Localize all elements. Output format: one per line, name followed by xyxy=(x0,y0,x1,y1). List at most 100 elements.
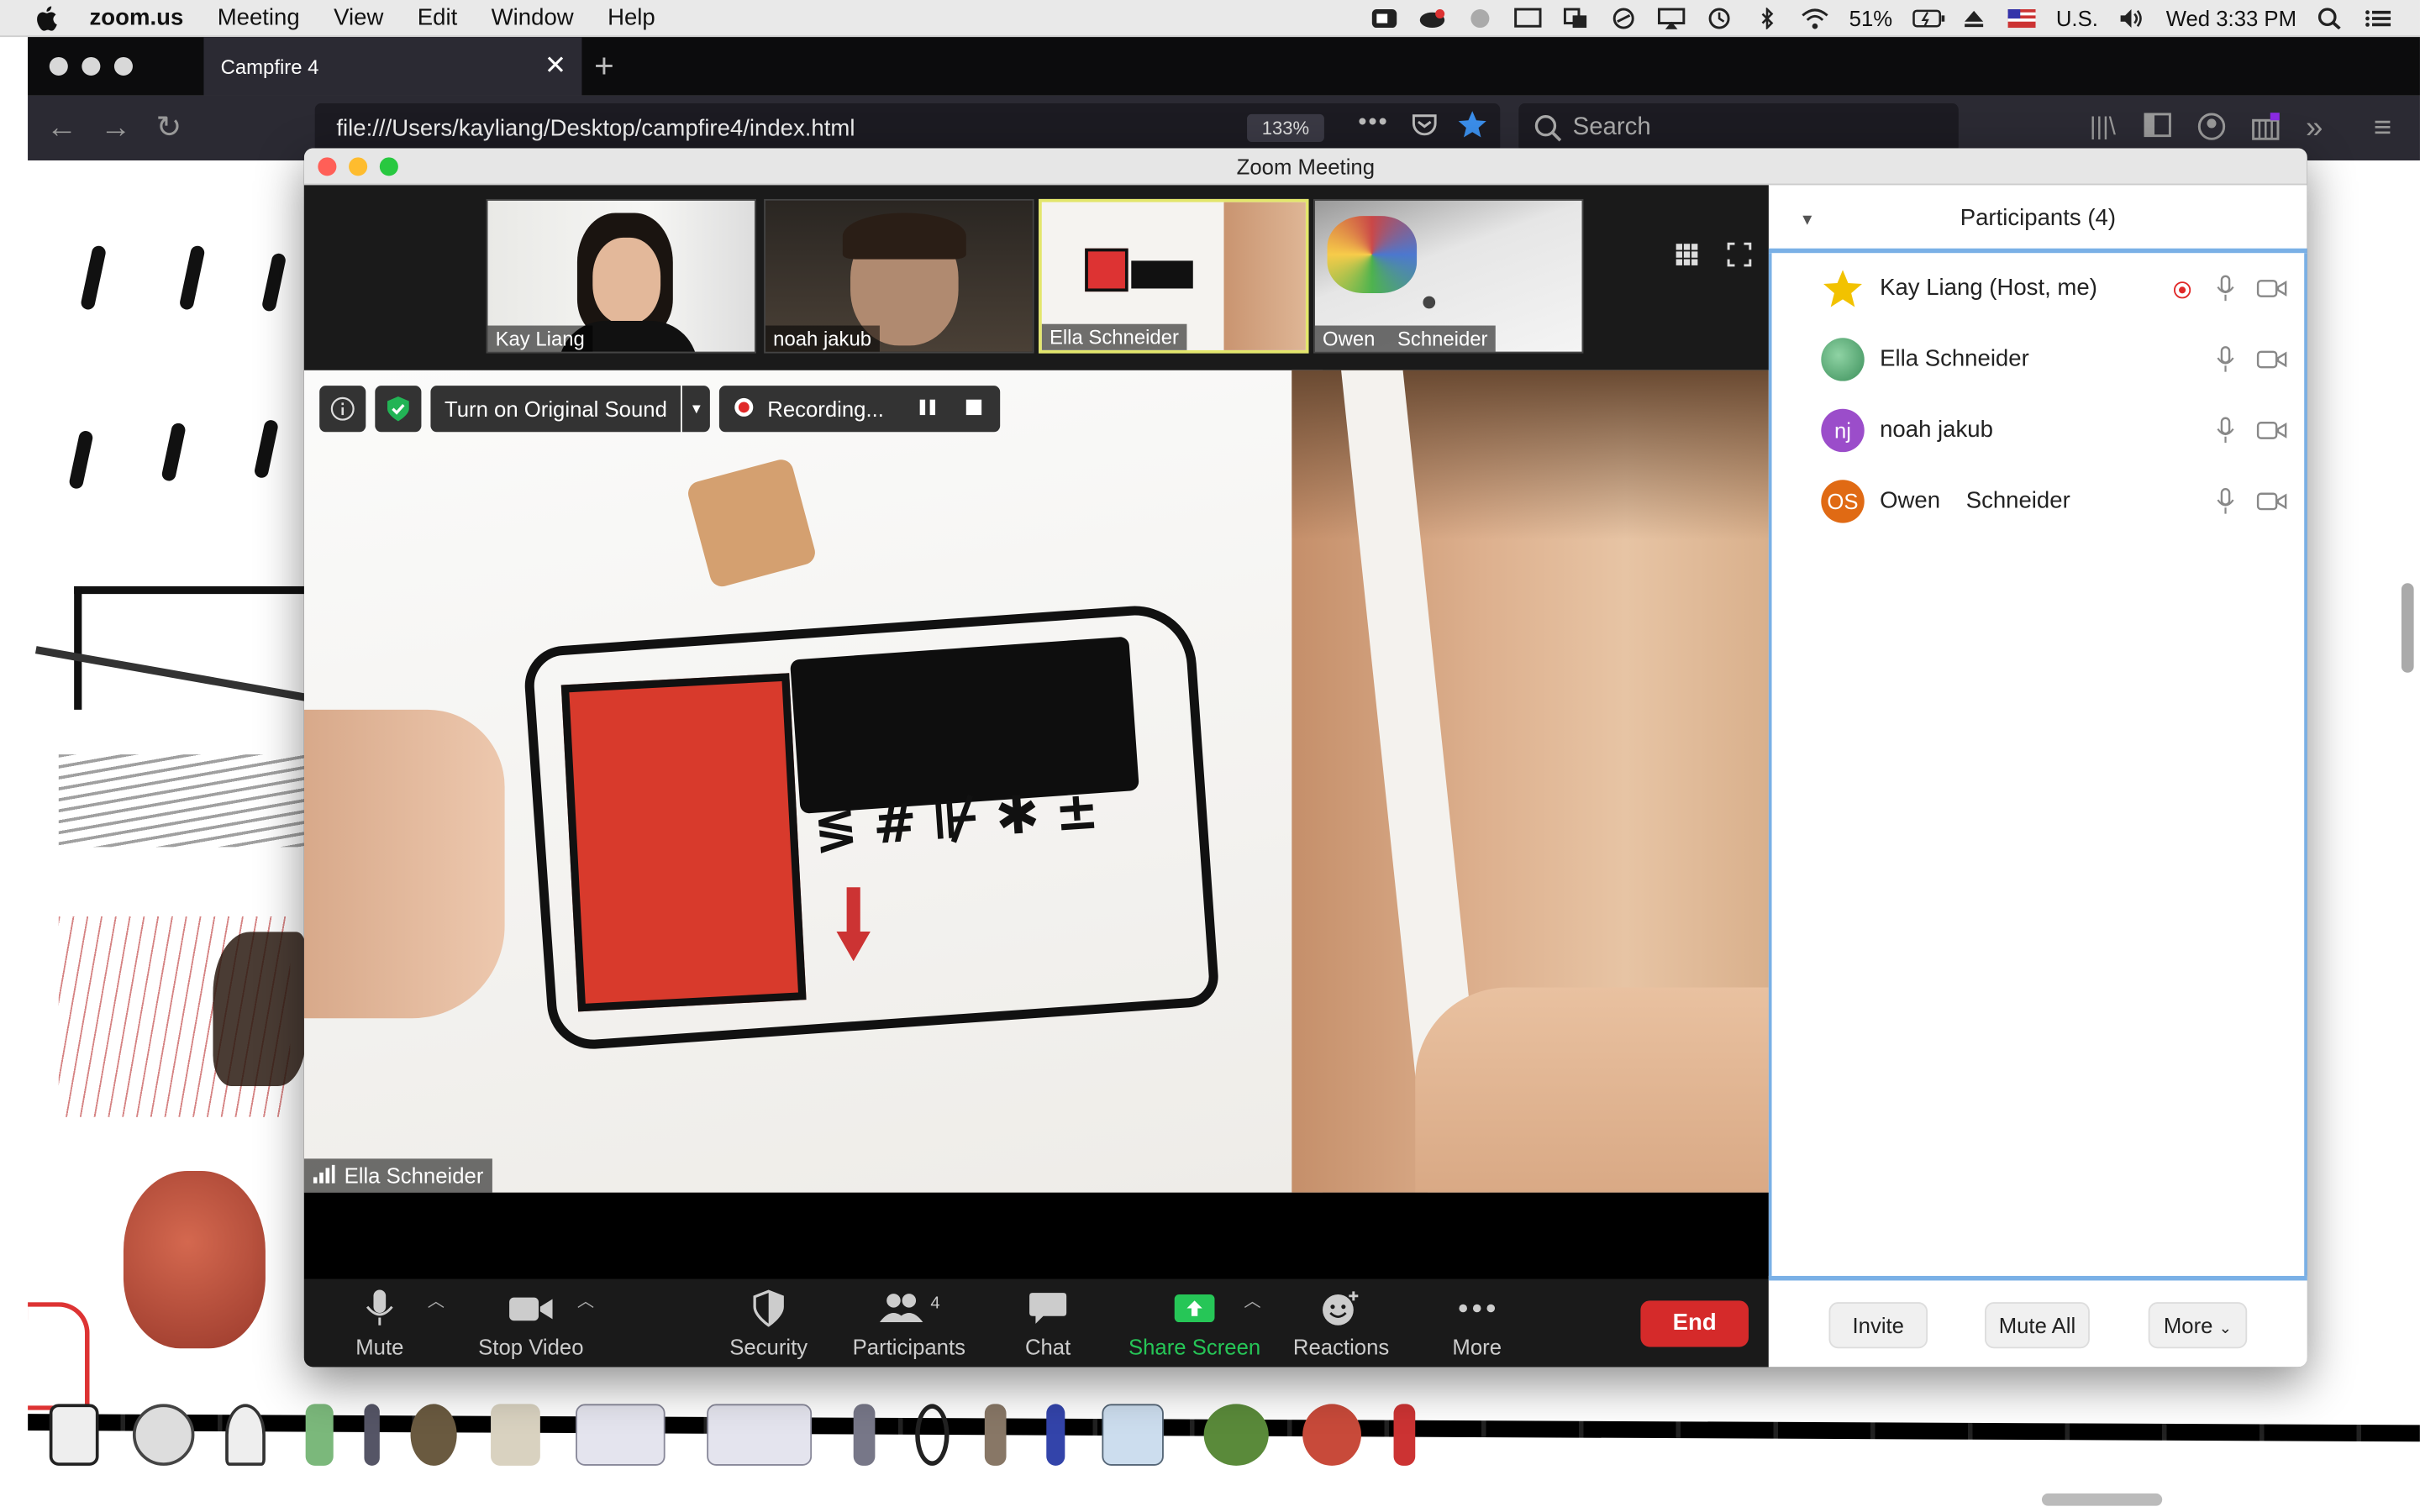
thumbnail-kay-liang[interactable]: Kay Liang xyxy=(486,198,756,354)
video-camera-icon[interactable] xyxy=(2256,278,2287,300)
turtle-sticker[interactable] xyxy=(1203,1404,1269,1466)
copy-icon[interactable] xyxy=(1562,8,1590,29)
vertical-scrollbar[interactable] xyxy=(2401,583,2414,673)
microphone-icon[interactable] xyxy=(2217,275,2235,302)
browser-search-field[interactable]: Search xyxy=(1518,103,1959,153)
forward-icon[interactable]: → xyxy=(100,113,131,144)
wifi-icon[interactable] xyxy=(1802,8,1829,29)
zoom-status-icon[interactable] xyxy=(1370,8,1398,29)
apple-menu-icon[interactable] xyxy=(34,5,58,30)
more-controls-button[interactable]: More xyxy=(1407,1289,1546,1359)
drawing-sticker[interactable] xyxy=(707,1404,813,1466)
zoom-level-badge[interactable]: 133% xyxy=(1247,113,1324,142)
menu-view[interactable]: View xyxy=(334,5,383,31)
participant-row[interactable]: OS Owen Schneider xyxy=(1772,466,2305,537)
zoom-window-button[interactable] xyxy=(113,56,133,76)
menu-meeting[interactable]: Meeting xyxy=(218,5,300,31)
fullscreen-icon[interactable] xyxy=(1727,242,1754,270)
zoom-minimize-button[interactable] xyxy=(349,157,368,176)
end-meeting-button[interactable]: End xyxy=(1640,1300,1749,1347)
participant-row[interactable]: nj noah jakub xyxy=(1772,395,2305,465)
brush-sticker[interactable] xyxy=(364,1404,380,1466)
share-options-chevron-icon[interactable]: ︿ xyxy=(1244,1289,1260,1313)
can-sticker[interactable] xyxy=(1393,1404,1416,1466)
meeting-info-icon[interactable] xyxy=(319,386,366,433)
close-tab-icon[interactable]: ✕ xyxy=(544,51,566,82)
ball-icon[interactable] xyxy=(1466,8,1494,29)
video-options-chevron-icon[interactable]: ︿ xyxy=(577,1289,594,1313)
participant-row[interactable]: Ella Schneider xyxy=(1772,324,2305,395)
reload-icon[interactable]: ↻ xyxy=(156,113,182,144)
us-flag-icon[interactable] xyxy=(2007,8,2036,29)
spotlight-search-icon[interactable] xyxy=(2317,8,2344,30)
hammer-sticker[interactable] xyxy=(984,1404,1007,1466)
microphone-icon[interactable] xyxy=(2217,487,2235,515)
menu-edit[interactable]: Edit xyxy=(418,5,457,31)
mute-all-button[interactable]: Mute All xyxy=(1984,1302,2090,1349)
video-camera-icon[interactable] xyxy=(2256,491,2287,512)
airplay-icon[interactable] xyxy=(1658,8,1686,29)
pause-recording-icon[interactable] xyxy=(918,396,936,421)
participants-button[interactable]: 4 Participants xyxy=(839,1289,978,1359)
microphone-icon[interactable] xyxy=(2217,417,2235,444)
security-button[interactable]: Security xyxy=(699,1289,838,1359)
overflow-chevrons-icon[interactable]: » xyxy=(2306,113,2323,144)
hamburger-menu-icon[interactable]: ≡ xyxy=(2374,113,2391,144)
zoom-close-button[interactable] xyxy=(318,157,337,176)
stop-recording-icon[interactable] xyxy=(964,396,982,421)
screen-icon[interactable] xyxy=(1514,8,1542,29)
gallery-view-icon[interactable] xyxy=(1675,242,1702,270)
creative-cloud-icon[interactable] xyxy=(1418,8,1446,29)
chevron-down-icon[interactable]: ▼ xyxy=(682,386,711,433)
participant-row[interactable]: Kay Liang (Host, me) xyxy=(1772,253,2305,323)
menu-window[interactable]: Window xyxy=(492,5,574,31)
chef-sticker[interactable] xyxy=(225,1404,266,1466)
account-icon[interactable] xyxy=(2197,113,2226,146)
browser-tab[interactable]: Campfire 4 ✕ xyxy=(203,37,582,96)
menu-help[interactable]: Help xyxy=(608,5,655,31)
bluetooth-icon[interactable] xyxy=(1754,6,1781,31)
close-window-button[interactable] xyxy=(49,56,68,76)
bookmark-star-icon[interactable] xyxy=(1457,109,1488,146)
note-sticker[interactable] xyxy=(576,1404,666,1466)
thumbnail-ella-schneider[interactable]: Ella Schneider xyxy=(1039,198,1309,354)
chat-button[interactable]: Chat xyxy=(978,1289,1117,1359)
encryption-shield-icon[interactable] xyxy=(375,386,422,433)
battery-icon[interactable] xyxy=(1912,8,1945,29)
invite-button[interactable]: Invite xyxy=(1828,1302,1928,1349)
reactions-button[interactable]: Reactions xyxy=(1271,1289,1410,1359)
minimize-window-button[interactable] xyxy=(82,56,101,76)
menubar-clock[interactable]: Wed 3:33 PM xyxy=(2166,6,2296,30)
faces-sticker[interactable] xyxy=(132,1404,195,1466)
video-camera-icon[interactable] xyxy=(2256,420,2287,442)
sidebar-icon[interactable] xyxy=(2144,113,2171,144)
pocket-icon[interactable] xyxy=(1411,111,1439,144)
time-machine-icon[interactable] xyxy=(1706,8,1733,29)
dice-sticker[interactable] xyxy=(49,1404,99,1466)
magnifier-sticker[interactable] xyxy=(915,1404,950,1466)
collapse-panel-chevron-icon[interactable]: ▾ xyxy=(1802,185,1812,253)
url-bar[interactable]: file:///Users/kayliang/Desktop/campfire4… xyxy=(314,103,1501,153)
volume-icon[interactable] xyxy=(2118,8,2146,29)
menu-app-name[interactable]: zoom.us xyxy=(90,5,184,31)
thumbnail-noah-jakub[interactable]: noah jakub xyxy=(764,198,1034,354)
thumbnail-owen-schneider[interactable]: Owen Schneider xyxy=(1313,198,1584,354)
extension-icon[interactable] xyxy=(2250,113,2281,146)
horizontal-scrollbar[interactable] xyxy=(2041,1493,2163,1506)
paper-sticker[interactable] xyxy=(491,1404,540,1466)
fruit-sticker[interactable] xyxy=(1302,1404,1361,1466)
zoom-title-bar[interactable]: Zoom Meeting xyxy=(303,148,2307,186)
library-icon[interactable]: |||\ xyxy=(2090,113,2116,144)
pen-sticker[interactable] xyxy=(1046,1404,1065,1466)
chart-sticker[interactable] xyxy=(1102,1404,1164,1466)
sync-icon[interactable] xyxy=(1610,8,1638,29)
back-icon[interactable]: ← xyxy=(46,113,77,144)
audio-options-chevron-icon[interactable]: ︿ xyxy=(428,1289,445,1313)
video-camera-icon[interactable] xyxy=(2256,349,2287,370)
bottle-sticker[interactable] xyxy=(853,1404,876,1466)
input-source-label[interactable]: U.S. xyxy=(2056,6,2098,30)
bottle-sticker[interactable] xyxy=(305,1404,334,1466)
active-speaker-video[interactable]: ≶#⊮✱± Turn on Original Sound ▼ Recording… xyxy=(303,370,1769,1193)
eject-icon[interactable] xyxy=(1960,8,1988,29)
more-options-button[interactable]: More ⌄ xyxy=(2148,1302,2248,1349)
